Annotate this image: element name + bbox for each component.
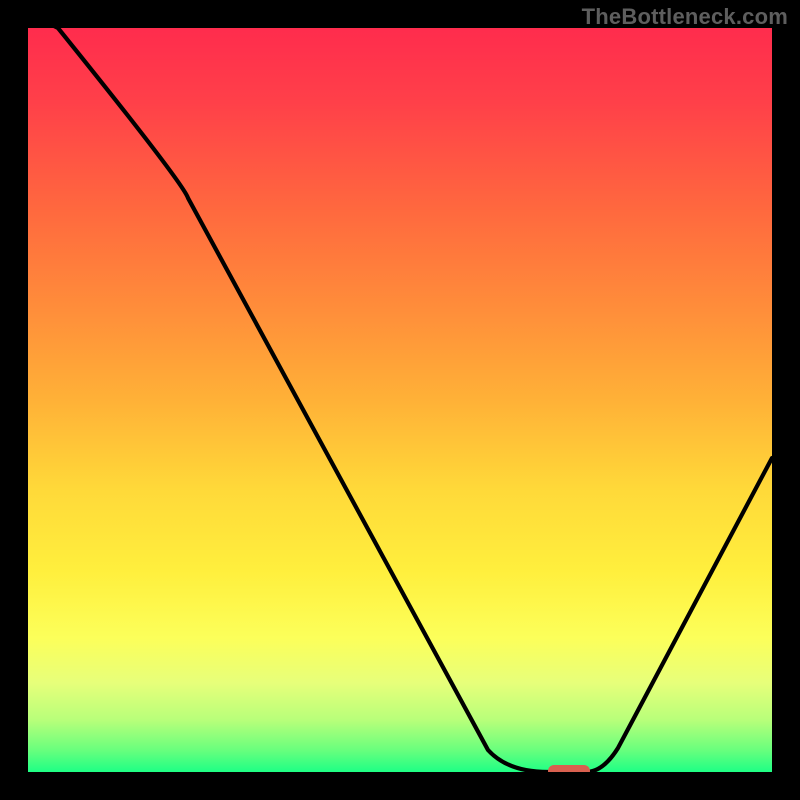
watermark-text: TheBottleneck.com (582, 4, 788, 30)
chart-frame: TheBottleneck.com (0, 0, 800, 800)
plot-area (28, 28, 772, 772)
curve-path (28, 28, 772, 772)
bottleneck-curve (28, 28, 772, 772)
minimum-marker (548, 765, 590, 772)
